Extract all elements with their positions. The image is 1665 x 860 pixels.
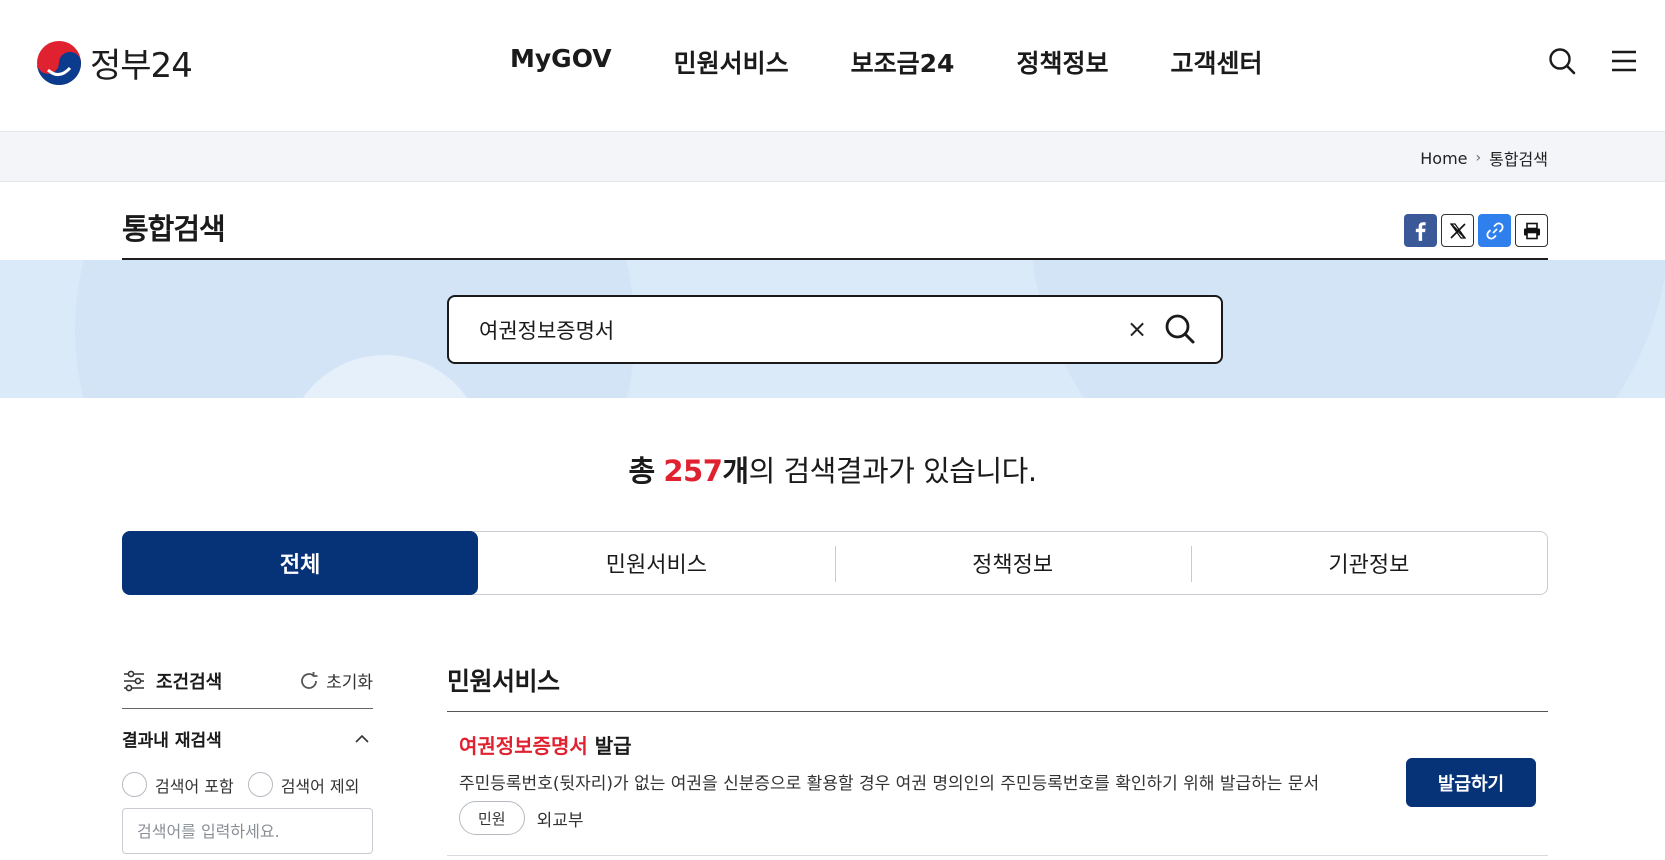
filter-header: 조건검색 초기화	[122, 664, 373, 709]
search-submit-icon[interactable]	[1163, 312, 1197, 346]
refine-header: 결과내 재검색	[122, 726, 373, 751]
hamburger-menu-icon[interactable]	[1609, 46, 1639, 76]
search-input[interactable]	[479, 309, 1099, 351]
refine-options: 검색어 포함 검색어 제외	[122, 772, 363, 797]
reset-button[interactable]: 초기화	[298, 668, 373, 693]
search-icon[interactable]	[1547, 46, 1577, 76]
radio-exclude[interactable]: 검색어 제외	[247, 772, 360, 797]
radio-include-label: 검색어 포함	[155, 776, 234, 796]
summary-unit: 개	[722, 454, 749, 488]
tab-agency-info[interactable]: 기관정보	[1190, 532, 1547, 594]
tab-policy-info[interactable]: 정책정보	[834, 532, 1191, 594]
search-box: ×	[447, 295, 1223, 364]
nav-item-mygov[interactable]: MyGOV	[510, 44, 643, 80]
print-icon[interactable]	[1515, 214, 1548, 247]
radio-circle[interactable]	[122, 772, 147, 797]
sliders-icon	[124, 670, 144, 692]
radio-circle[interactable]	[247, 772, 273, 797]
clear-icon[interactable]: ×	[1125, 315, 1149, 343]
search-band: ×	[0, 260, 1665, 398]
result-item: 여권정보증명서 발급 주민등록번호(뒷자리)가 없는 여권을 신분증으로 활용할…	[447, 712, 1548, 856]
facebook-icon[interactable]	[1404, 214, 1437, 247]
chevron-right-icon: ›	[1475, 150, 1482, 166]
results-section-title: 민원서비스	[447, 660, 1548, 712]
government-emblem-icon	[37, 40, 81, 85]
radio-exclude-label: 검색어 제외	[280, 776, 360, 796]
reset-label: 초기화	[326, 673, 373, 693]
nav-item-subsidy[interactable]: 보조금24	[820, 44, 986, 80]
result-org: 외교부	[536, 810, 584, 831]
breadcrumb: Home › 통합검색	[1420, 146, 1548, 170]
summary-suffix: 의 검색결과가 있습니다.	[748, 454, 1037, 488]
result-description: 주민등록번호(뒷자리)가 없는 여권을 신분증으로 활용할 경우 여권 명의인의…	[459, 774, 1320, 794]
breadcrumb-home[interactable]: Home	[1420, 149, 1467, 168]
chevron-up-icon[interactable]	[351, 728, 373, 750]
issue-button[interactable]: 발급하기	[1406, 758, 1536, 807]
tab-civil-services[interactable]: 민원서비스	[478, 532, 834, 594]
title-row: 통합검색	[122, 182, 1548, 260]
result-title-rest: 발급	[587, 734, 632, 758]
refresh-icon	[301, 671, 318, 689]
result-summary: 총 257개의 검색결과가 있습니다.	[0, 448, 1665, 490]
result-tag: 민원	[459, 801, 525, 835]
tab-all[interactable]: 전체	[122, 531, 479, 595]
result-title[interactable]: 여권정보증명서 발급	[459, 730, 632, 759]
breadcrumb-current: 통합검색	[1489, 150, 1548, 169]
breadcrumb-band: Home › 통합검색	[0, 132, 1665, 182]
nav-item-customer-center[interactable]: 고객센터	[1139, 44, 1293, 80]
site-header: 정부24 MyGOV 민원서비스 보조금24 정책정보 고객센터	[0, 0, 1665, 132]
main-nav: MyGOV 민원서비스 보조금24 정책정보 고객센터	[510, 44, 1293, 80]
share-buttons	[1404, 214, 1548, 247]
filter-title: 조건검색	[156, 672, 223, 693]
result-title-highlight: 여권정보증명서	[459, 734, 588, 758]
link-copy-icon[interactable]	[1478, 214, 1511, 247]
summary-prefix: 총	[628, 454, 655, 488]
header-icons	[1547, 46, 1639, 76]
nav-item-policy[interactable]: 정책정보	[985, 44, 1139, 80]
radio-include[interactable]: 검색어 포함	[122, 772, 234, 797]
nav-item-civil-services[interactable]: 민원서비스	[643, 44, 820, 80]
logo[interactable]: 정부24	[36, 38, 193, 87]
x-twitter-icon[interactable]	[1441, 214, 1474, 247]
result-meta: 민원 외교부	[459, 801, 584, 835]
page-title: 통합검색	[122, 212, 226, 246]
refine-search-input[interactable]	[122, 808, 373, 854]
result-count: 257	[663, 454, 723, 488]
category-tabs: 전체 민원서비스 정책정보 기관정보	[122, 531, 1548, 595]
filter-title-group: 조건검색	[122, 668, 222, 694]
refine-title: 결과내 재검색	[122, 731, 222, 751]
logo-text: 정부24	[90, 46, 193, 86]
